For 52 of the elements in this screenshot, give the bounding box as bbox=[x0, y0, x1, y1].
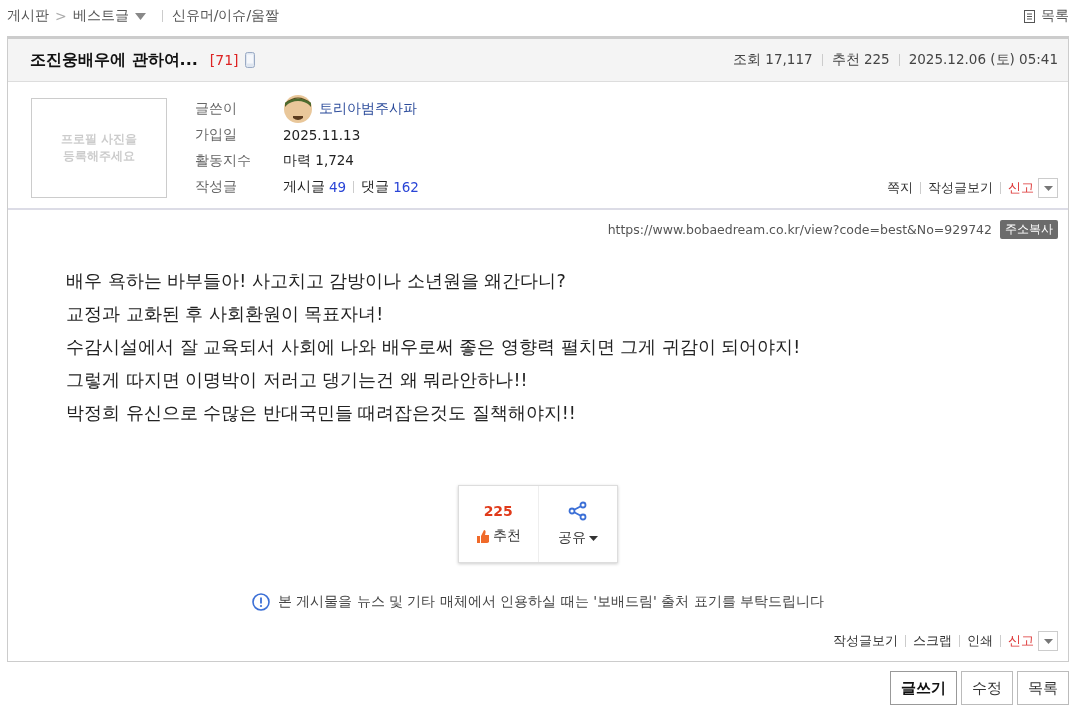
avatar-icon bbox=[283, 94, 313, 124]
action-link[interactable]: 스크랩 bbox=[913, 632, 952, 650]
action-link[interactable]: 신고 bbox=[1008, 632, 1034, 650]
post-text: 박정희 유신으로 수많은 반대국민들 때려잡은것도 질책해야지!! bbox=[66, 402, 577, 425]
post-text: 교정과 교화된 후 사회환원이 목표자녀! bbox=[66, 303, 385, 326]
action-link[interactable]: 쪽지 bbox=[887, 179, 913, 197]
post-stat: 조회 17,117 bbox=[733, 51, 813, 69]
board-button[interactable]: 목록 bbox=[1017, 671, 1069, 705]
comments-label: 댓글 bbox=[361, 178, 390, 196]
post-text: 그렇게 따지면 이명박이 저러고 댕기는건 왜 뭐라안하나!! bbox=[66, 369, 529, 392]
copy-url-button[interactable]: 주소복사 bbox=[1000, 220, 1058, 239]
info-icon bbox=[251, 593, 270, 611]
action-link[interactable]: 작성글보기 bbox=[833, 632, 898, 650]
share-icon bbox=[567, 501, 588, 521]
posts-count[interactable]: 49 bbox=[329, 179, 347, 195]
caret-icon bbox=[588, 535, 598, 541]
field-label: 활동지수 bbox=[195, 152, 252, 170]
list-icon[interactable] bbox=[1024, 9, 1035, 23]
breadcrumb-separator: > bbox=[55, 8, 67, 24]
action-link[interactable]: 인쇄 bbox=[967, 632, 993, 650]
author-link[interactable]: 토리아범주사파 bbox=[319, 100, 417, 118]
recommend-button[interactable]: 225 추천 bbox=[459, 486, 538, 562]
list-link[interactable]: 목록 bbox=[1041, 7, 1069, 25]
posts-label: 게시글 bbox=[283, 178, 325, 196]
breadcrumb-link[interactable]: 게시판 bbox=[7, 7, 49, 25]
post-url: https://www.bobaedream.co.kr/view?code=best&No=929742 bbox=[607, 222, 992, 237]
board-button[interactable]: 수정 bbox=[961, 671, 1013, 705]
category-link[interactable]: 신유머/이슈/움짤 bbox=[171, 7, 280, 25]
comment-count[interactable]: [71] bbox=[209, 52, 239, 68]
more-dropdown-button[interactable] bbox=[1038, 631, 1058, 651]
notice-text: 본 게시물을 뉴스 및 기타 매체에서 인용하실 때는 '보배드림' 출처 표기를 부탁드립니다 bbox=[277, 593, 825, 611]
post-text: 배우 욕하는 바부들아! 사고치고 감방이나 소년원을 왜간다니? bbox=[66, 270, 567, 293]
field-label: 가입일 bbox=[195, 126, 238, 144]
post-date: 2025.12.06 (토) 05:41 bbox=[908, 51, 1058, 69]
field-label: 글쓴이 bbox=[195, 100, 238, 118]
more-dropdown-button[interactable] bbox=[1038, 178, 1058, 198]
field-label: 작성글 bbox=[195, 178, 238, 196]
caret-icon[interactable] bbox=[134, 12, 146, 20]
board-button[interactable]: 글쓰기 bbox=[890, 671, 957, 705]
board-link[interactable]: 베스트글 bbox=[72, 7, 129, 25]
caret-icon bbox=[1043, 185, 1053, 191]
post-title: 조진웅배우에 관하여... bbox=[30, 49, 198, 71]
caret-icon bbox=[1043, 638, 1053, 644]
post-stat: 추천 225 bbox=[831, 51, 890, 69]
action-link[interactable]: 작성글보기 bbox=[928, 179, 993, 197]
field-value: 마력 1,724 bbox=[283, 152, 354, 170]
share-button[interactable]: 공유 bbox=[537, 486, 617, 562]
action-link[interactable]: 신고 bbox=[1008, 179, 1034, 197]
field-value: 2025.11.13 bbox=[283, 127, 361, 143]
comments-count[interactable]: 162 bbox=[393, 179, 419, 195]
post-text: 수감시설에서 잘 교육되서 사회에 나와 배우로써 좋은 영향력 펼치면 그게 귀감이 되어야지! bbox=[66, 336, 802, 359]
thumbs-up-icon bbox=[475, 528, 490, 544]
